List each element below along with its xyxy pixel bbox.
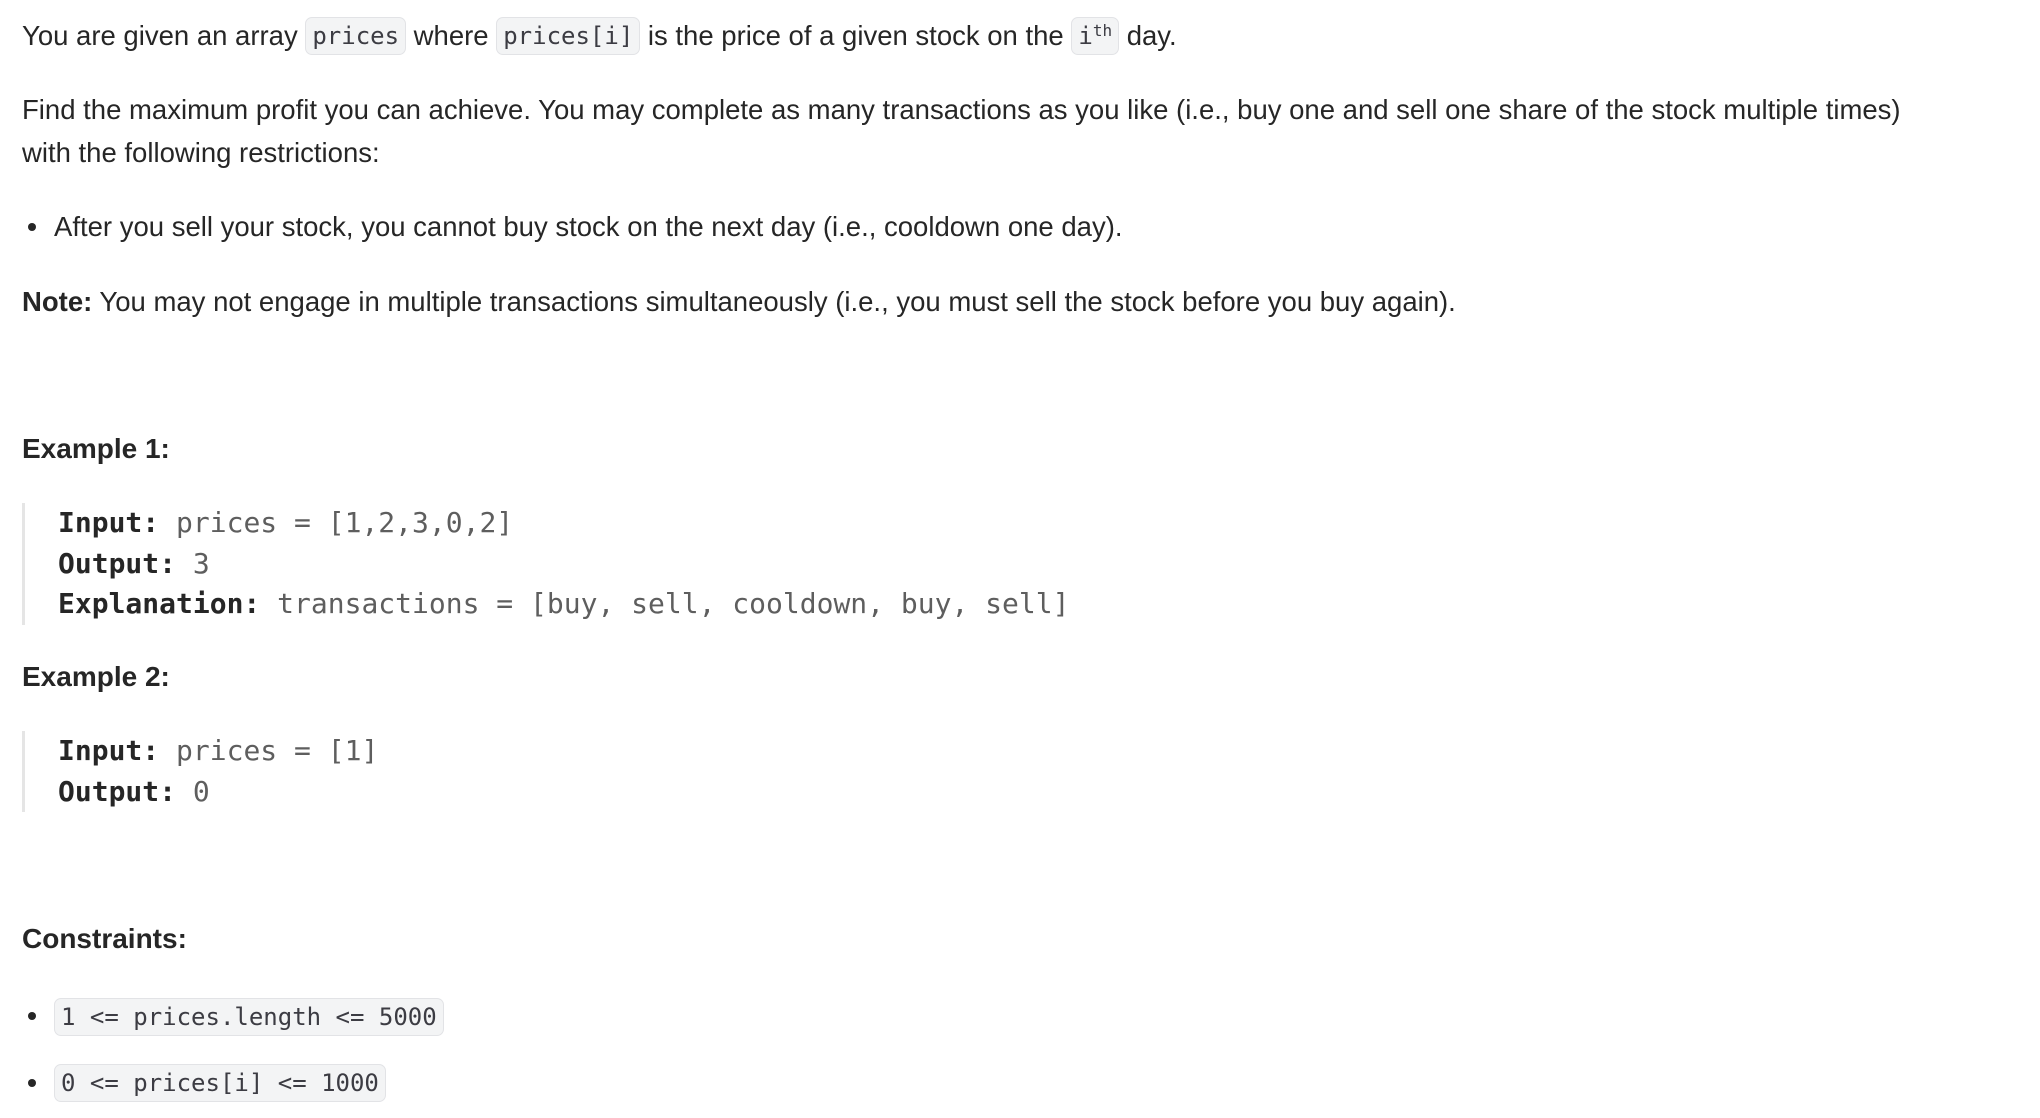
code-ith-base: i bbox=[1078, 22, 1093, 50]
note-paragraph: Note: You may not engage in multiple tra… bbox=[22, 280, 1456, 323]
constraint-code-1: 1 <= prices.length <= 5000 bbox=[54, 998, 444, 1036]
note-label: Note: bbox=[22, 286, 93, 317]
example-2-input: Input: prices = [1] bbox=[58, 734, 379, 767]
constraint-item: 0 <= prices[i] <= 1000 bbox=[54, 1061, 386, 1104]
example-2-block: Input: prices = [1] Output: 0 bbox=[22, 731, 378, 812]
example-1-explanation: Explanation: transactions = [buy, sell, … bbox=[58, 587, 1070, 620]
objective-line-2: with the following restrictions: bbox=[22, 137, 380, 168]
intro-text-1: You are given an array bbox=[22, 20, 306, 51]
constraint-item: 1 <= prices.length <= 5000 bbox=[54, 995, 444, 1038]
bullet-icon bbox=[28, 223, 36, 231]
intro-paragraph: You are given an array prices where pric… bbox=[22, 14, 1177, 57]
objective-line-1: Find the maximum profit you can achieve.… bbox=[22, 94, 1901, 125]
bullet-icon bbox=[28, 1079, 36, 1087]
note-text: You may not engage in multiple transacti… bbox=[92, 286, 1456, 317]
restriction-item: After you sell your stock, you cannot bu… bbox=[54, 211, 1123, 242]
code-prices: prices bbox=[305, 17, 407, 55]
bullet-icon bbox=[28, 1012, 36, 1020]
example-1-title: Example 1: bbox=[22, 433, 170, 464]
intro-text-2: where bbox=[406, 20, 497, 51]
constraint-code-2: 0 <= prices[i] <= 1000 bbox=[54, 1064, 386, 1102]
code-ith: ith bbox=[1071, 17, 1120, 55]
example-1-output: Output: 3 bbox=[58, 546, 210, 580]
constraints-title: Constraints: bbox=[22, 923, 187, 954]
code-prices-i: prices[i] bbox=[496, 17, 641, 55]
example-2-title: Example 2: bbox=[22, 661, 170, 692]
intro-text-4: day. bbox=[1119, 20, 1177, 51]
example-1-block: Input: prices = [1,2,3,0,2] Output: 3 Expl… bbox=[22, 503, 1069, 625]
example-2-output: Output: 0 bbox=[58, 774, 210, 808]
code-ith-sup: th bbox=[1092, 21, 1113, 40]
intro-text-3: is the price of a given stock on the bbox=[640, 20, 1072, 51]
example-1-input: Input: prices = [1,2,3,0,2] bbox=[58, 506, 514, 539]
